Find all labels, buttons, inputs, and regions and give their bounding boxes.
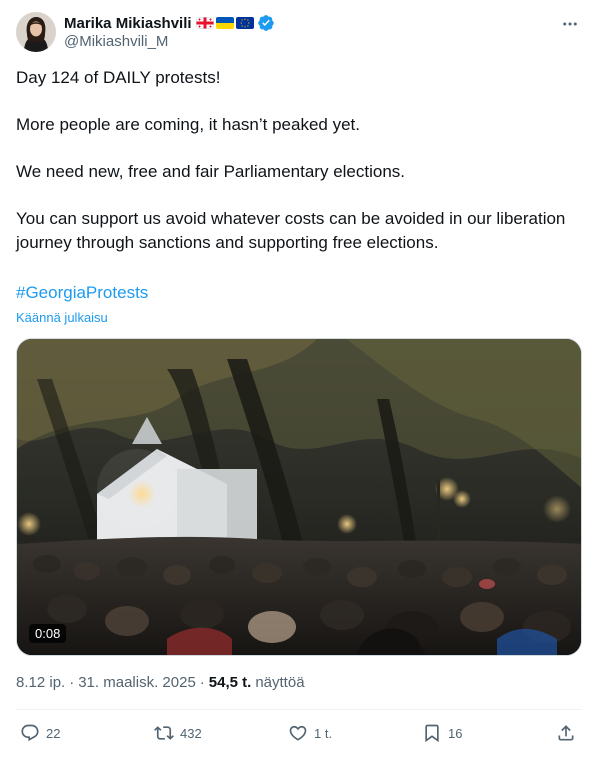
- share-button[interactable]: [556, 720, 576, 746]
- tweet-paragraph: You can support us avoid whatever costs …: [16, 209, 566, 252]
- more-dots-icon: [563, 22, 577, 26]
- bookmark-icon: [425, 724, 439, 743]
- retweet-icon: [154, 726, 174, 740]
- reply-icon: [21, 724, 39, 742]
- hashtag-link[interactable]: #GeorgiaProtests: [16, 283, 148, 303]
- display-name[interactable]: Marika Mikiashvili: [64, 15, 192, 32]
- ukraine-flag-icon: [215, 17, 234, 29]
- retweet-count: 432: [180, 725, 202, 741]
- bookmark-button[interactable]: 16: [422, 720, 462, 746]
- video-player[interactable]: 0:08: [16, 338, 582, 656]
- video-thumbnail: [17, 339, 581, 655]
- tweet-date[interactable]: 31. maalisk. 2025: [78, 674, 196, 691]
- video-duration: 0:08: [29, 624, 67, 643]
- tweet-meta: 8.12 ip. · 31. maalisk. 2025 · 54,5 t. n…: [16, 674, 305, 691]
- translate-post-link[interactable]: Käännä julkaisu: [16, 310, 108, 325]
- reply-count: 22: [46, 725, 61, 741]
- georgia-flag-icon: [195, 17, 214, 29]
- tweet-paragraph: Day 124 of DAILY protests!: [16, 68, 221, 87]
- tweet-header: Marika Mikiashvili @Mikiashvili_M: [16, 12, 582, 56]
- meta-separator: ·: [199, 674, 205, 691]
- tweet-text: Day 124 of DAILY protests! More people a…: [16, 66, 582, 254]
- avatar[interactable]: [16, 12, 56, 52]
- heart-icon: [289, 725, 307, 741]
- eu-flag-icon: [235, 17, 254, 29]
- divider: [16, 709, 582, 710]
- views-count: 54,5 t.: [208, 674, 252, 691]
- verified-badge-icon[interactable]: [257, 14, 275, 32]
- bookmark-count: 16: [448, 725, 463, 741]
- views-label: näyttöä: [255, 674, 305, 691]
- flag-emojis: [195, 17, 254, 29]
- user-handle[interactable]: @Mikiashvili_M: [64, 33, 168, 50]
- share-icon: [558, 725, 574, 741]
- like-button[interactable]: 1 t.: [288, 720, 332, 746]
- meta-separator: ·: [69, 674, 75, 691]
- reply-button[interactable]: 22: [20, 720, 60, 746]
- action-bar: 22 432 1 t. 16: [16, 720, 582, 746]
- tweet-paragraph: We need new, free and fair Parliamentary…: [16, 162, 406, 181]
- more-options-button[interactable]: [558, 12, 582, 36]
- retweet-button[interactable]: 432: [154, 720, 202, 746]
- tweet-time[interactable]: 8.12 ip.: [16, 674, 65, 691]
- like-count: 1 t.: [314, 725, 333, 741]
- tweet-paragraph: More people are coming, it hasn’t peaked…: [16, 115, 360, 134]
